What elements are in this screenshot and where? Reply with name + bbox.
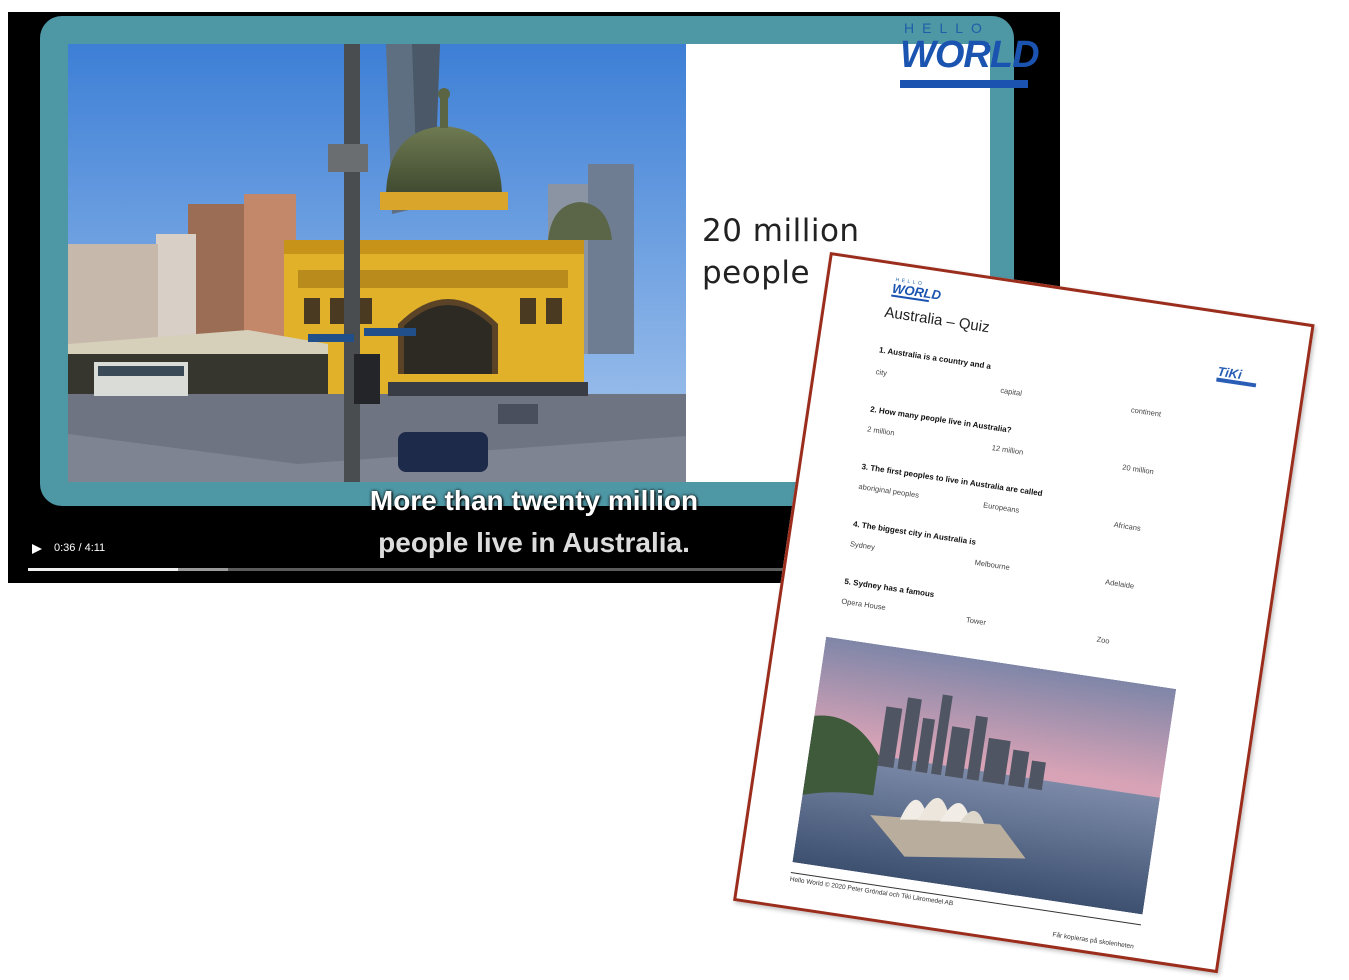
worksheet-title: Australia – Quiz: [883, 303, 991, 337]
hello-world-logo: HELLO WORLD: [896, 20, 1040, 92]
question-2-option-3: 20 million: [1121, 462, 1155, 477]
logo-underline: [900, 80, 1028, 88]
question-5: 5. Sydney has a famous: [843, 576, 935, 600]
question-3-option-1: aboriginal peoples: [858, 481, 920, 500]
question-1: 1. Australia is a country and a: [878, 345, 992, 371]
question-4-option-3: Adelaide: [1104, 577, 1135, 591]
quiz-worksheet: HELLO WORLD Australia – Quiz TiKi 1. Aus…: [733, 252, 1315, 974]
tiki-logo: TiKi: [1216, 364, 1257, 388]
question-4-option-1: Sydney: [849, 539, 876, 552]
progress-played: [28, 568, 178, 571]
question-5-option-1: Opera House: [840, 596, 887, 613]
question-1-option-2: capital: [999, 385, 1023, 398]
time-display: 0:36 / 4:11: [54, 542, 106, 554]
logo-world-text: WORLD: [900, 34, 1040, 76]
question-3-option-2: Europeans: [982, 500, 1020, 515]
question-1-option-3: continent: [1130, 405, 1162, 419]
question-2-option-1: 2 million: [866, 424, 896, 438]
question-1-option-1: city: [875, 367, 888, 378]
worksheet-logo: HELLO WORLD: [889, 276, 942, 305]
question-3-option-3: Africans: [1113, 519, 1142, 533]
question-2-option-2: 12 million: [991, 443, 1024, 457]
question-4-option-2: Melbourne: [974, 557, 1011, 572]
question-5-option-3: Zoo: [1096, 634, 1111, 646]
question-5-option-2: Tower: [965, 615, 987, 628]
worksheet-copy-notice: Får kopieras på skolenheten: [1051, 931, 1135, 951]
play-icon[interactable]: [30, 542, 44, 556]
slide-caption-line1: 20 million: [702, 213, 860, 249]
slide-photo-flinders-station: [68, 44, 686, 482]
sydney-opera-house-photo: [792, 636, 1177, 915]
